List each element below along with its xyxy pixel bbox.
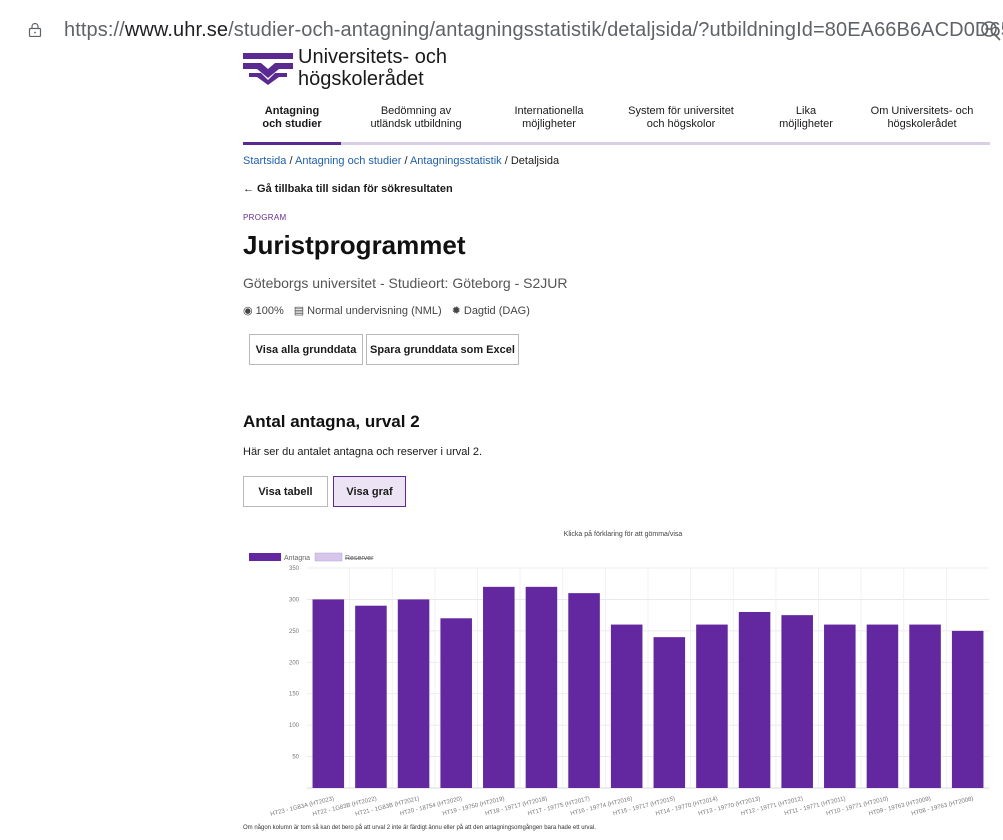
bar-antagna[interactable] (951, 630, 984, 788)
breadcrumb-antagning[interactable]: Antagning och studier (295, 155, 401, 167)
y-tick-label: 300 (289, 597, 300, 603)
nav-active-indicator (243, 142, 341, 145)
show-all-data-button[interactable]: Visa alla grunddata (249, 334, 363, 365)
bar-antagna[interactable] (440, 618, 472, 788)
legend-swatch-reserver[interactable] (314, 552, 343, 562)
legend-label-reserver[interactable]: Reserver (345, 555, 374, 562)
form-info: ▤ Normal undervisning (NML) (294, 304, 442, 317)
logo-icon[interactable] (243, 53, 293, 85)
time-text: Dagtid (DAG) (463, 305, 530, 317)
breadcrumb-current: Detaljsida (510, 155, 560, 167)
chart-footnote: Om någon kolumn är tom så kan det bero p… (243, 825, 596, 831)
url-prefix: https:// (64, 19, 125, 41)
building-icon: ▤ (293, 305, 305, 317)
y-tick-label: 350 (289, 566, 300, 572)
bar-antagna[interactable] (781, 615, 813, 788)
zoom-out-icon[interactable] (979, 19, 1003, 43)
nav-label-line2: och högskolor (646, 118, 716, 130)
nav-item-lika[interactable]: Lika möjligheter (763, 105, 849, 131)
program-meta: ◉ 100% ▤ Normal undervisning (NML) ✹ Dagtid… (243, 304, 530, 317)
admissions-bar-chart: Klicka på förklaring för att gömma/visa A… (249, 530, 989, 818)
breadcrumb-separator: / (501, 155, 511, 167)
time-info: ✹ Dagtid (DAG) (452, 304, 530, 317)
y-tick-label: 100 (289, 723, 300, 729)
breadcrumb-separator: / (401, 155, 410, 167)
bar-antagna[interactable] (909, 624, 941, 788)
sun-icon: ✹ (451, 305, 461, 317)
y-tick-label: 250 (289, 629, 300, 635)
form-text: Normal undervisning (NML) (307, 305, 442, 317)
nav-label-line1: Lika (795, 105, 817, 117)
nav-item-system[interactable]: System för universitet och högskolor (615, 105, 747, 131)
chart-title[interactable]: Klicka på förklaring för att gömma/visa (564, 530, 683, 538)
y-tick-label: 150 (289, 692, 300, 698)
nav-label-line2: möjligheter (522, 118, 576, 130)
breadcrumb-home[interactable]: Startsida (243, 155, 286, 167)
main-nav: Antagning och studier Bedömning av utlän… (243, 105, 990, 145)
program-subtitle: Göteborgs universitet - Studieort: Göteb… (243, 275, 568, 291)
nav-label-line2: högskolerådet (887, 118, 957, 130)
url-host: www.uhr.se (124, 19, 229, 41)
nav-label-line1: Om Universitets- och (870, 105, 974, 117)
page-title: Juristprogrammet (243, 230, 466, 260)
nav-label-line1: Antagning (264, 105, 320, 117)
pace-info: ◉ 100% (243, 304, 284, 317)
y-tick-label: 50 (292, 755, 299, 761)
bar-antagna[interactable] (483, 586, 515, 788)
url-text[interactable]: https://www.uhr.se/studier-och-antagning… (64, 19, 1003, 42)
nav-label-line2: utländsk utbildning (370, 118, 462, 130)
breadcrumb-separator: / (286, 155, 295, 167)
logo-line2: högskolerådet (298, 68, 424, 90)
address-bar[interactable]: https://www.uhr.se/studier-och-antagning… (0, 0, 1003, 56)
nav-item-antagning[interactable]: Antagning och studier (243, 105, 341, 131)
url-path: /studier-och-antagning/antagningsstatist… (228, 19, 1003, 41)
bar-antagna[interactable] (610, 624, 643, 788)
bar-antagna[interactable] (312, 599, 345, 788)
bar-antagna[interactable] (696, 624, 728, 788)
nav-item-bedomning[interactable]: Bedömning av utländsk utbildning (351, 105, 481, 131)
y-tick-label: 200 (289, 660, 300, 666)
section-description: Här ser du antalet antagna och reserver … (243, 446, 483, 458)
nav-label-line1: Bedömning av (380, 105, 452, 117)
nav-label-line2: möjligheter (779, 118, 833, 130)
bar-antagna[interactable] (397, 599, 430, 788)
nav-item-om[interactable]: Om Universitets- och högskolerådet (857, 105, 987, 131)
section-title: Antal antagna, urval 2 (243, 412, 420, 431)
bar-antagna[interactable] (824, 624, 856, 788)
bar-antagna[interactable] (355, 605, 387, 788)
pace-icon: ◉ (243, 305, 253, 317)
back-to-results-link[interactable]: ← Gå tillbaka till sidan för sökresultat… (243, 183, 453, 195)
bar-antagna[interactable] (738, 612, 771, 788)
bar-antagna[interactable] (866, 624, 899, 788)
pace-text: 100% (255, 305, 284, 317)
legend-label-antagna[interactable]: Antagna (284, 555, 310, 562)
save-excel-button[interactable]: Spara grunddata som Excel (366, 334, 519, 365)
logo-text[interactable]: Universitets- och högskolerådet (298, 46, 447, 90)
lock-icon[interactable] (28, 23, 42, 37)
bar-antagna[interactable] (568, 593, 600, 788)
nav-item-internationella[interactable]: Internationella möjligheter (499, 105, 599, 131)
nav-label-line1: Internationella (514, 105, 584, 117)
breadcrumb: Startsida / Antagning och studier / Anta… (243, 155, 559, 167)
logo-line1: Universitets- och (298, 46, 447, 68)
nav-label-line1: System för universitet (628, 105, 734, 117)
nav-label-line2: och studier (262, 118, 322, 130)
show-graph-button[interactable]: Visa graf (333, 476, 406, 507)
legend-swatch-antagna[interactable] (249, 553, 281, 561)
breadcrumb-statistik[interactable]: Antagningsstatistik (410, 155, 502, 167)
show-table-button[interactable]: Visa tabell (243, 476, 328, 507)
program-kicker: PROGRAM (243, 213, 287, 222)
bar-antagna[interactable] (525, 586, 558, 788)
bar-antagna[interactable] (653, 637, 686, 788)
